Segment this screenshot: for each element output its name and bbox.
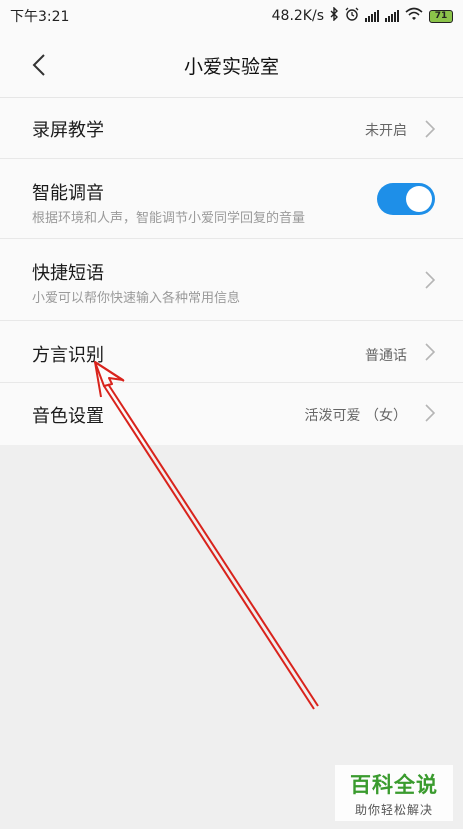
app-header: 小爱实验室 xyxy=(0,32,463,98)
smart-volume-toggle[interactable] xyxy=(377,183,435,215)
settings-list: 录屏教学 未开启 智能调音 根据环境和人声，智能调节小爱同学回复的音量 快捷短语… xyxy=(0,98,463,445)
watermark-subtitle: 助你轻松解决 xyxy=(354,802,433,817)
setting-title: 方言识别 xyxy=(32,345,104,366)
status-bar: 下午3:21 48.2K/s 71 xyxy=(0,0,463,32)
setting-title: 录屏教学 xyxy=(32,120,104,141)
chevron-right-icon xyxy=(425,404,436,422)
signal-icon xyxy=(365,10,379,22)
chevron-right-icon xyxy=(425,120,436,138)
setting-value: 普通话 xyxy=(365,348,407,364)
bluetooth-icon xyxy=(330,6,339,25)
status-indicators: 48.2K/s 71 xyxy=(271,6,453,25)
setting-subtitle: 根据环境和人声，智能调节小爱同学回复的音量 xyxy=(32,211,306,226)
setting-row-screen-recording[interactable]: 录屏教学 未开启 xyxy=(0,98,463,159)
setting-title: 音色设置 xyxy=(32,406,104,427)
chevron-right-icon xyxy=(425,343,436,361)
setting-row-quick-phrases[interactable]: 快捷短语 小爱可以帮你快速输入各种常用信息 xyxy=(0,239,463,321)
chevron-right-icon xyxy=(425,271,436,289)
battery-icon: 71 xyxy=(429,9,453,23)
signal-icon xyxy=(385,10,399,22)
status-time: 下午3:21 xyxy=(10,9,70,25)
setting-subtitle: 小爱可以帮你快速输入各种常用信息 xyxy=(32,291,241,306)
setting-title: 智能调音 xyxy=(32,183,104,204)
network-speed: 48.2K/s xyxy=(271,8,324,24)
page-title: 小爱实验室 xyxy=(183,56,279,78)
setting-row-smart-volume: 智能调音 根据环境和人声，智能调节小爱同学回复的音量 xyxy=(0,159,463,239)
wifi-icon xyxy=(405,7,423,25)
setting-row-voice-timbre[interactable]: 音色设置 活泼可爱 （女） xyxy=(0,383,463,445)
setting-value: 未开启 xyxy=(365,123,407,139)
setting-row-dialect[interactable]: 方言识别 普通话 xyxy=(0,321,463,383)
alarm-icon xyxy=(345,7,359,25)
toggle-knob xyxy=(406,186,432,212)
watermark-title: 百科全说 xyxy=(350,772,438,797)
setting-title: 快捷短语 xyxy=(32,263,104,284)
setting-value: 活泼可爱 （女） xyxy=(304,408,407,424)
watermark-logo: 百科全说 助你轻松解决 xyxy=(335,765,453,821)
